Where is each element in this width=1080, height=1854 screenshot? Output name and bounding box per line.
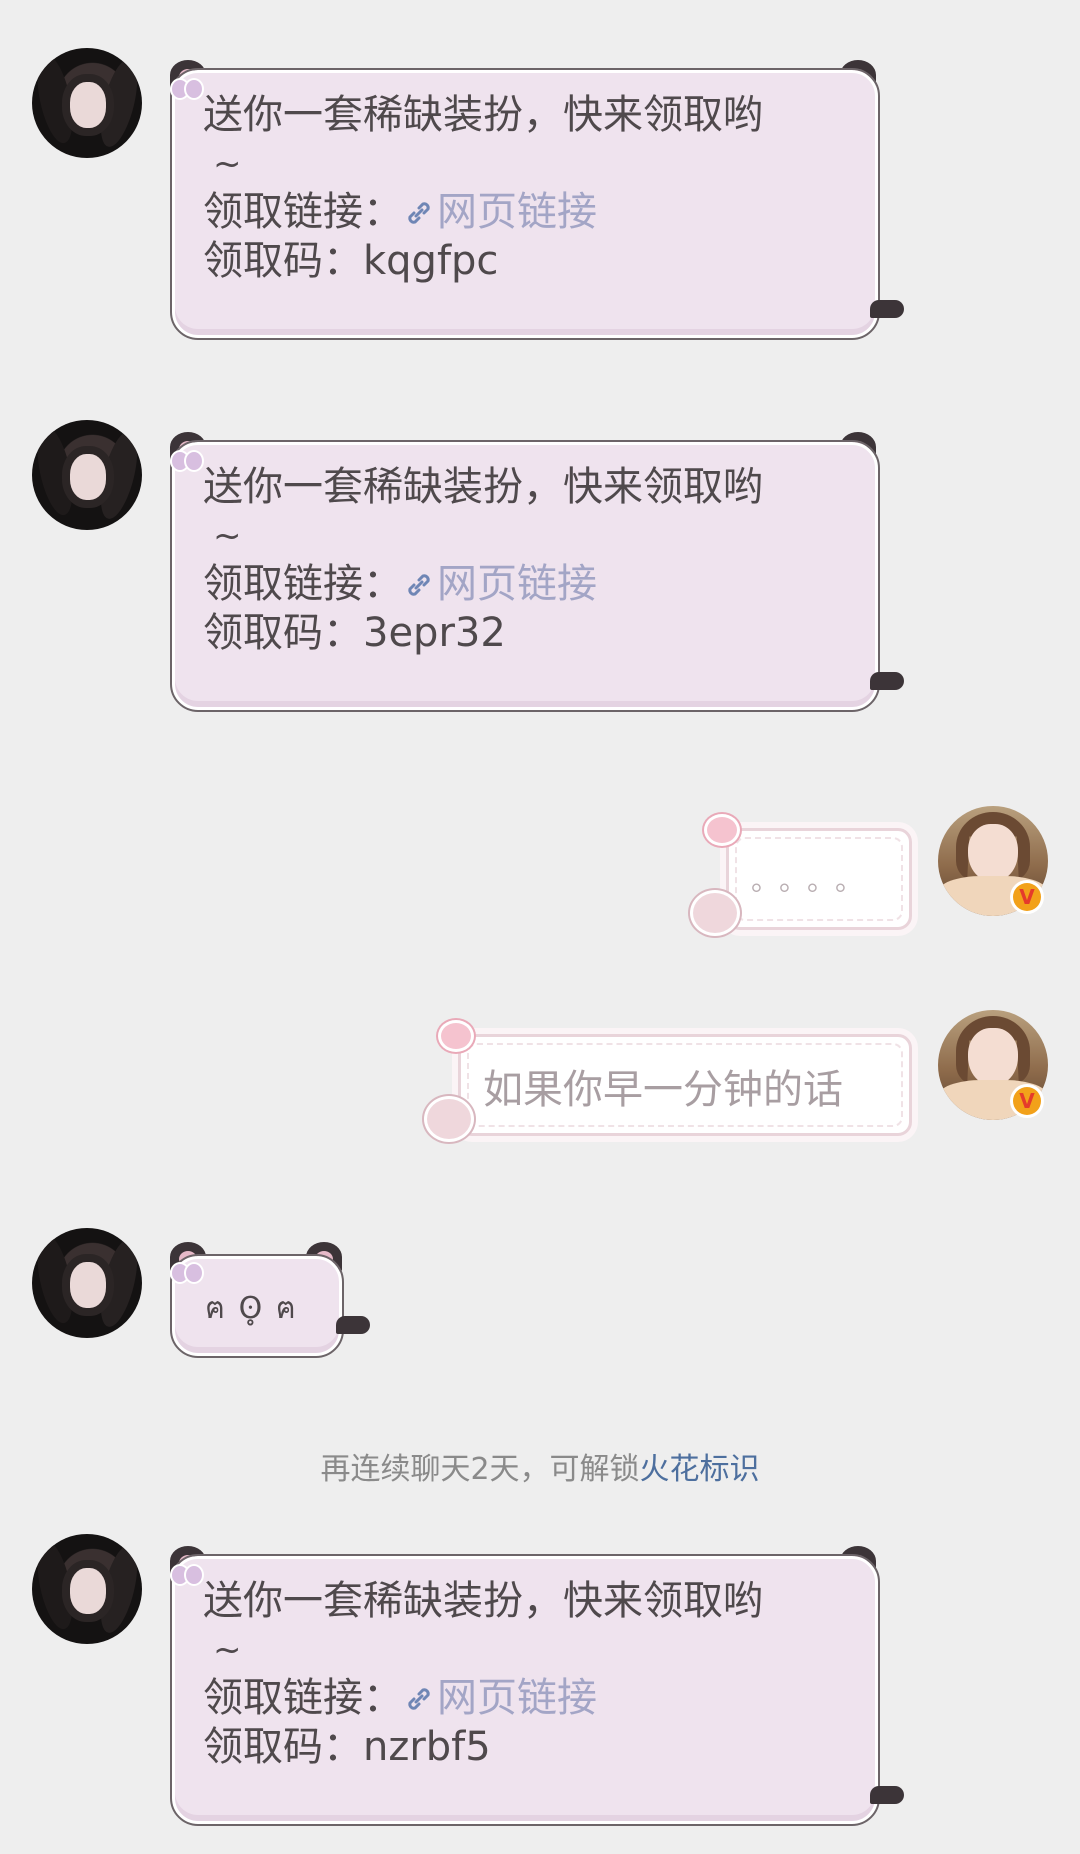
contact-avatar[interactable] [32, 48, 142, 158]
bear-sticker-icon [690, 890, 740, 936]
heart-sticker-icon [704, 814, 740, 846]
emoji-message-text: ฅ ʘ̥ ฅ [205, 1291, 298, 1326]
my-message-text: 。。。。 [751, 864, 878, 897]
gift-message-text: 送你一套稀缺装扮，快来领取哟 ~ 领取链接： 网页链接 领取码：kqgfpc [203, 91, 763, 286]
code-prefix: 领取码： [203, 238, 363, 284]
verified-badge-letter: V [1013, 883, 1041, 911]
redeem-code: nzrbf5 [363, 1724, 491, 1770]
bow-icon [170, 1562, 204, 1586]
cat-tail-decoration [870, 300, 904, 318]
link-icon [408, 574, 430, 596]
code-prefix: 领取码： [203, 1724, 363, 1770]
redeem-code: kqgfpc [363, 238, 499, 284]
gift-message-tilde: ~ [213, 516, 242, 556]
gift-message-text: 送你一套稀缺装扮，快来领取哟 ~ 领取链接： 网页链接 领取码：nzrbf5 [203, 1577, 763, 1772]
my-message-bubble[interactable]: 如果你早一分钟的话 [458, 1034, 912, 1136]
contact-avatar[interactable] [32, 420, 142, 530]
cat-tail-decoration [336, 1316, 370, 1334]
contact-avatar[interactable] [32, 1534, 142, 1644]
gift-message-line: 送你一套稀缺装扮，快来领取哟 [203, 464, 763, 510]
streak-notice: 再连续聊天2天，可解锁火花标识 [0, 1444, 1080, 1488]
heart-sticker-icon [438, 1020, 474, 1052]
link-icon [408, 1688, 430, 1710]
gift-message-bubble[interactable]: 送你一套稀缺装扮，快来领取哟 ~ 领取链接： 网页链接 领取码：kqgfpc [170, 68, 880, 340]
gift-message-text: 送你一套稀缺装扮，快来领取哟 ~ 领取链接： 网页链接 领取码：3epr32 [203, 463, 763, 658]
my-message-bubble[interactable]: 。。。。 [726, 828, 912, 930]
chat-view: 送你一套稀缺装扮，快来领取哟 ~ 领取链接： 网页链接 领取码：kqgfpc 送你… [0, 0, 1080, 1854]
cat-tail-decoration [870, 1786, 904, 1804]
verified-badge-icon: V [1010, 1084, 1044, 1118]
cat-tail-decoration [870, 672, 904, 690]
web-link[interactable]: 网页链接 [437, 1675, 597, 1721]
gift-message-bubble[interactable]: 送你一套稀缺装扮，快来领取哟 ~ 领取链接： 网页链接 领取码：3epr32 [170, 440, 880, 712]
gift-message-line: 送你一套稀缺装扮，快来领取哟 [203, 1578, 763, 1624]
link-prefix: 领取链接： [203, 1675, 403, 1721]
gift-message-line: 送你一套稀缺装扮，快来领取哟 [203, 92, 763, 138]
code-prefix: 领取码： [203, 610, 363, 656]
bear-sticker-icon [424, 1096, 474, 1142]
web-link[interactable]: 网页链接 [437, 561, 597, 607]
redeem-code: 3epr32 [363, 610, 506, 656]
verified-badge-icon: V [1010, 880, 1044, 914]
spark-badge-link[interactable]: 火花标识 [640, 1452, 760, 1487]
link-prefix: 领取链接： [203, 189, 403, 235]
verified-badge-letter: V [1013, 1087, 1041, 1115]
bow-icon [170, 76, 204, 100]
link-icon [408, 202, 430, 224]
bow-icon [170, 1260, 204, 1284]
gift-message-tilde: ~ [213, 1630, 242, 1670]
gift-message-tilde: ~ [213, 144, 242, 184]
gift-message-bubble[interactable]: 送你一套稀缺装扮，快来领取哟 ~ 领取链接： 网页链接 领取码：nzrbf5 [170, 1554, 880, 1826]
streak-notice-text: 再连续聊天2天，可解锁 [320, 1452, 640, 1487]
bow-icon [170, 448, 204, 472]
contact-avatar[interactable] [32, 1228, 142, 1338]
web-link[interactable]: 网页链接 [437, 189, 597, 235]
my-message-text: 如果你早一分钟的话 [483, 1067, 843, 1113]
link-prefix: 领取链接： [203, 561, 403, 607]
